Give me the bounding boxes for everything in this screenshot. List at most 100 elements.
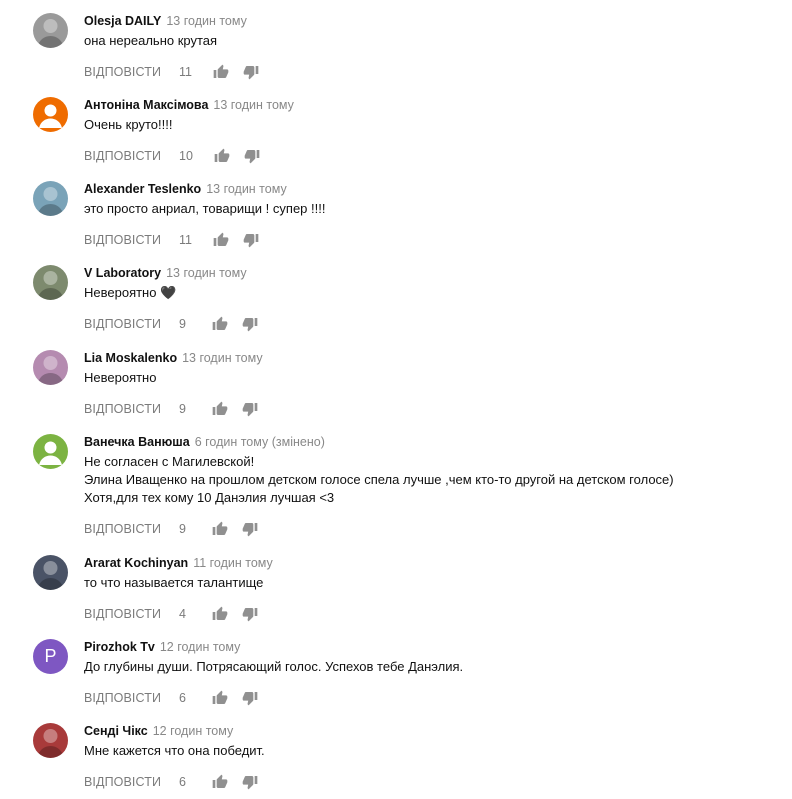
thumbs-up-icon — [213, 232, 229, 248]
avatar[interactable] — [33, 265, 68, 300]
comment-text-line: она нереально крутая — [84, 33, 218, 48]
reply-button[interactable]: ВІДПОВІСТИ — [84, 233, 161, 247]
dislike-button[interactable] — [241, 773, 259, 791]
comment-text-line: Мне кажется что она победит. — [84, 743, 265, 758]
comment-time[interactable]: 13 годин тому — [213, 98, 294, 112]
comments-section: Olesja DAILY 13 годин тому она нереально к… — [0, 0, 792, 799]
comment-body: V Laboratory 13 годин тому Невероятно 🖤 ВІД… — [84, 265, 774, 334]
comment-actions: ВІДПОВІСТИ 10 — [84, 146, 774, 166]
reply-button[interactable]: ВІДПОВІСТИ — [84, 149, 161, 163]
comment-body: Ararat Kochinyan 11 годин тому то что назы… — [84, 555, 774, 624]
comment-body: Антоніна Максімова 13 годин тому Очень кру… — [84, 97, 774, 166]
avatar[interactable] — [33, 181, 68, 216]
avatar[interactable]: P — [33, 639, 68, 674]
thumbs-down-icon — [242, 316, 258, 332]
reply-button[interactable]: ВІДПОВІСТИ — [84, 65, 161, 79]
thumbs-up-icon — [212, 401, 228, 417]
comment-time[interactable]: 11 годин тому — [193, 556, 273, 570]
like-button[interactable] — [212, 231, 230, 249]
comment-text-line: Очень круто!!!! — [84, 117, 173, 132]
comment-text-line: то что называется талантище — [84, 575, 264, 590]
comment-time[interactable]: 13 годин тому — [166, 14, 247, 28]
avatar[interactable] — [33, 555, 68, 590]
comment-text: Невероятно — [84, 369, 774, 387]
thumbs-down-icon — [242, 521, 258, 537]
comment-text-line: Невероятно 🖤 — [84, 285, 177, 300]
author-name[interactable]: V Laboratory — [84, 266, 161, 280]
author-name[interactable]: Lia Moskalenko — [84, 351, 177, 365]
reply-button[interactable]: ВІДПОВІСТИ — [84, 522, 161, 536]
thumbs-up-icon — [212, 774, 228, 790]
comment-header: Антоніна Максімова 13 годин тому — [84, 97, 774, 113]
like-button[interactable] — [212, 63, 230, 81]
comment-text: Не согласен с Магилевской! Элина Иващенко… — [84, 453, 774, 507]
like-button[interactable] — [211, 520, 229, 538]
comment-time[interactable]: 13 годин тому — [182, 351, 263, 365]
dislike-button[interactable] — [242, 63, 260, 81]
reply-button[interactable]: ВІДПОВІСТИ — [84, 317, 161, 331]
comment-time[interactable]: 6 годин тому (змінено) — [195, 435, 325, 449]
comment-actions: ВІДПОВІСТИ 9 — [84, 399, 774, 419]
comment-header: Pirozhok Tv 12 годин тому — [84, 639, 774, 655]
dislike-button[interactable] — [241, 400, 259, 418]
author-name[interactable]: Ванечка Ванюша — [84, 435, 190, 449]
comment-header: Ванечка Ванюша 6 годин тому (змінено) — [84, 434, 774, 450]
reply-button[interactable]: ВІДПОВІСТИ — [84, 691, 161, 705]
comment-text-line: Невероятно — [84, 370, 157, 385]
comment-text-line: это просто анриал, товарищи ! супер !!!! — [84, 201, 326, 216]
thumbs-down-icon — [243, 64, 259, 80]
like-button[interactable] — [211, 400, 229, 418]
author-name[interactable]: Pirozhok Tv — [84, 640, 155, 654]
dislike-button[interactable] — [241, 689, 259, 707]
comment-text-line: Хотя,для тех кому 10 Данэлия лучшая <3 — [84, 490, 335, 505]
like-button[interactable] — [211, 605, 229, 623]
reply-button[interactable]: ВІДПОВІСТИ — [84, 402, 161, 416]
dislike-button[interactable] — [241, 315, 259, 333]
author-name[interactable]: Ararat Kochinyan — [84, 556, 188, 570]
comment-text: это просто анриал, товарищи ! супер !!!! — [84, 200, 774, 218]
reply-button[interactable]: ВІДПОВІСТИ — [84, 775, 161, 789]
comment-time[interactable]: 12 годин тому — [160, 640, 241, 654]
thumbs-down-icon — [244, 148, 260, 164]
dislike-button[interactable] — [241, 520, 259, 538]
author-name[interactable]: Alexander Teslenko — [84, 182, 201, 196]
like-count: 9 — [179, 522, 186, 536]
avatar[interactable] — [33, 97, 68, 132]
reply-button[interactable]: ВІДПОВІСТИ — [84, 607, 161, 621]
author-name[interactable]: Антоніна Максімова — [84, 98, 208, 112]
avatar[interactable] — [33, 350, 68, 385]
thumbs-down-icon — [242, 401, 258, 417]
comment-actions: ВІДПОВІСТИ 6 — [84, 772, 774, 792]
avatar[interactable] — [33, 723, 68, 758]
comment-text: Невероятно 🖤 — [84, 284, 774, 302]
thumbs-up-icon — [212, 521, 228, 537]
like-button[interactable] — [211, 315, 229, 333]
avatar[interactable] — [33, 434, 68, 469]
avatar[interactable] — [33, 13, 68, 48]
comment-time[interactable]: 13 годин тому — [166, 266, 247, 280]
comment-header: Lia Moskalenko 13 годин тому — [84, 350, 774, 366]
dislike-button[interactable] — [242, 231, 260, 249]
author-name[interactable]: Olesja DAILY — [84, 14, 161, 28]
like-count: 9 — [179, 317, 186, 331]
author-name[interactable]: Сенді Чікс — [84, 724, 148, 738]
comment-actions: ВІДПОВІСТИ 9 — [84, 519, 774, 539]
dislike-button[interactable] — [243, 147, 261, 165]
comment-header: V Laboratory 13 годин тому — [84, 265, 774, 281]
comment-actions: ВІДПОВІСТИ 4 — [84, 604, 774, 624]
comment-time[interactable]: 12 годин тому — [153, 724, 234, 738]
comment-text-line: Не согласен с Магилевской! — [84, 454, 255, 469]
thumbs-down-icon — [242, 606, 258, 622]
thumbs-down-icon — [242, 774, 258, 790]
comment-header: Сенді Чікс 12 годин тому — [84, 723, 774, 739]
like-button[interactable] — [211, 773, 229, 791]
like-button[interactable] — [213, 147, 231, 165]
like-button[interactable] — [211, 689, 229, 707]
like-count: 10 — [179, 149, 193, 163]
thumbs-up-icon — [212, 690, 228, 706]
dislike-button[interactable] — [241, 605, 259, 623]
thumbs-up-icon — [212, 316, 228, 332]
comment-actions: ВІДПОВІСТИ 11 — [84, 230, 774, 250]
comment-body: Lia Moskalenko 13 годин тому Невероятно ВІД… — [84, 350, 774, 419]
comment-time[interactable]: 13 годин тому — [206, 182, 287, 196]
